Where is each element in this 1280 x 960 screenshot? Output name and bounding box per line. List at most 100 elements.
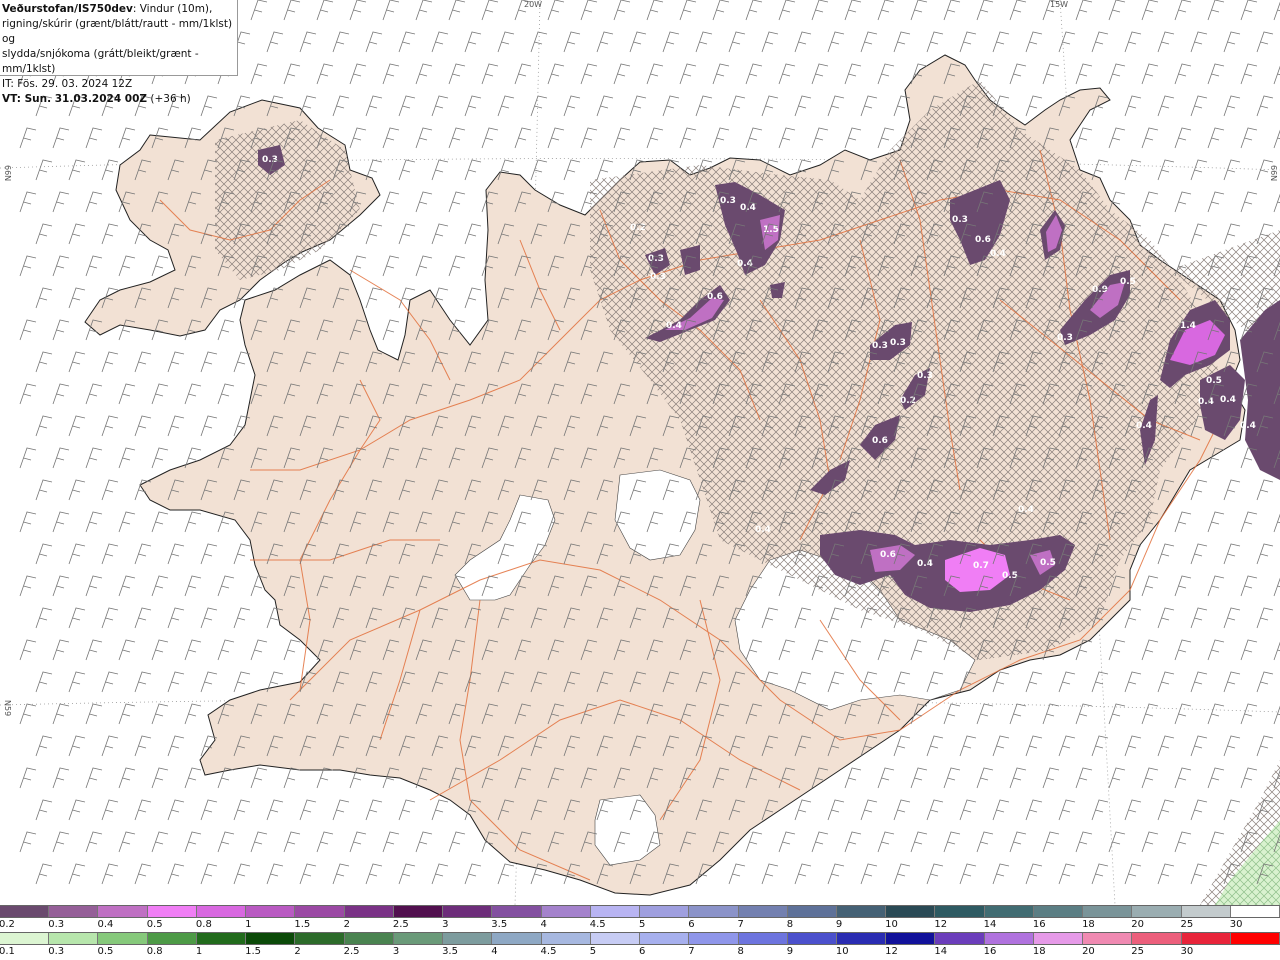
legend-swatch	[1033, 906, 1084, 917]
precip-label: 0.3	[648, 254, 664, 264]
precip-label: 0.4	[740, 203, 756, 213]
legend-label: 0.8	[195, 919, 212, 930]
legend-label: 2	[294, 946, 301, 957]
legend-swatch	[886, 933, 936, 944]
legend-swatch	[246, 906, 296, 917]
legend-swatch	[935, 906, 985, 917]
legend-label: 0.3	[48, 946, 65, 957]
legend-swatch	[640, 906, 690, 917]
legend-label: 2	[343, 919, 350, 930]
legend-swatch	[295, 933, 345, 944]
legend-swatch	[492, 906, 542, 917]
legend-swatch	[492, 933, 542, 944]
legend-swatch	[196, 933, 247, 944]
issue-time: IT: Fös. 29. 03. 2024 12Z	[2, 78, 133, 90]
legend-swatch	[541, 933, 591, 944]
legend-swatch	[1083, 933, 1133, 944]
legend-label: 7	[737, 919, 744, 930]
legend-label: 0.5	[97, 946, 114, 957]
precip-label: 0.7	[973, 561, 989, 571]
legend-label: 8	[786, 919, 794, 930]
legend-swatch	[1230, 906, 1280, 917]
legend-swatch	[1230, 933, 1280, 944]
title-desc-2: rigning/skúrir (grænt/blátt/rautt - mm/1…	[2, 18, 233, 45]
precip-label: 0.6	[872, 436, 888, 446]
legend-label: 0.1	[0, 946, 15, 957]
precip-label: 0.3	[890, 338, 906, 348]
legend-swatch	[1181, 906, 1231, 917]
legend-swatch	[590, 933, 641, 944]
precip-label: 0.3	[917, 371, 933, 381]
legend-swatch	[738, 906, 788, 917]
legend-label: 10	[835, 946, 849, 957]
precip-label: 0.4	[1018, 505, 1034, 515]
legend-label: 30	[1229, 919, 1243, 930]
lon-label: 20W	[524, 0, 543, 9]
legend-label: 18	[1082, 919, 1095, 930]
legend-swatch	[196, 906, 247, 917]
legend-snow-labels: 0.2 0.3 0.4 0.5 0.8 1 1.5 2 2.5 3 3.5 4 4.5 5 6 7 8 9 10 12…	[0, 919, 1280, 931]
legend-label: 2.5	[343, 946, 360, 957]
legend-label: 9	[835, 919, 843, 930]
legend-swatch	[984, 933, 1034, 944]
legend-label: 9	[786, 946, 794, 957]
legend-snow-colorbar	[0, 905, 1280, 918]
legend-label: 18	[1032, 946, 1046, 957]
legend-label: 0.4	[97, 919, 114, 930]
legend-swatch	[787, 933, 837, 944]
forecast-map: 0.3 0.3 0.4 1.5 0.4 0.3 0.3 0.2 0.6 0.3 …	[0, 0, 1280, 906]
legend-swatch	[1132, 933, 1182, 944]
precip-label: 0.4	[1198, 397, 1214, 407]
legend-label: 4	[540, 919, 547, 930]
precip-label: 0.6	[880, 550, 896, 560]
legend-label: 4.5	[540, 946, 557, 957]
legend-swatch	[541, 906, 591, 917]
precip-label: 0.9	[1092, 285, 1108, 295]
precip-label: 0.5	[1120, 277, 1136, 287]
legend-swatch	[295, 906, 345, 917]
legend-swatch	[393, 933, 444, 944]
title-desc-3: slydda/snjókoma (grátt/bleikt/grænt - mm…	[2, 48, 199, 75]
precip-label: 0.4	[755, 525, 771, 535]
legend-swatch	[0, 906, 50, 917]
legend-swatch	[344, 933, 394, 944]
legend-swatch	[984, 906, 1034, 917]
legend-swatch	[689, 933, 739, 944]
legend-swatch	[738, 933, 788, 944]
precip-label: 0.3	[872, 341, 888, 351]
legend-label: 4	[491, 946, 498, 957]
legend-label: 5	[589, 946, 597, 957]
precip-label: 0.3	[720, 196, 736, 206]
legend-rain-labels: 0.1 0.3 0.5 0.8 1 1.5 2 2.5 3 3.5 4 4.5 5 6 7 8 9 10 12 14 1…	[0, 946, 1280, 958]
precip-label: 0.4	[1220, 395, 1236, 405]
valid-time: VT: Sun. 31.03.2024 00Z	[2, 93, 148, 105]
precip-label: 1.4	[1180, 321, 1196, 331]
legend-label: 3.5	[442, 946, 458, 957]
legend-label: 25	[1180, 919, 1194, 930]
legend-swatch	[147, 933, 197, 944]
legend-swatch	[935, 933, 985, 944]
legend-label: 0.3	[48, 919, 65, 930]
legend-label: 1.5	[294, 919, 311, 930]
legend-label: 4.5	[589, 919, 606, 930]
lat-label: N59	[3, 700, 12, 717]
legend-label: 0.2	[0, 919, 15, 930]
legend-label: 12	[885, 946, 898, 957]
legend-label: 25	[1131, 946, 1145, 957]
legend-swatch	[886, 906, 936, 917]
legend-swatch	[98, 933, 148, 944]
legend-swatch	[1083, 906, 1133, 917]
precip-label: 0.6	[707, 292, 723, 302]
legend-label: 14	[983, 919, 997, 930]
legend-label: 10	[885, 919, 898, 930]
precip-label: 0.3	[650, 272, 666, 282]
legend-label: 3.5	[491, 919, 508, 930]
legend-swatch	[147, 906, 197, 917]
legend-swatch	[787, 906, 837, 917]
legend-label: 12	[934, 919, 948, 930]
legend-label: 16	[1032, 919, 1046, 930]
legend-rain-colorbar	[0, 932, 1280, 945]
legend-label: 1	[245, 919, 252, 930]
legend-label: 8	[737, 946, 744, 957]
legend-swatch	[640, 933, 690, 944]
